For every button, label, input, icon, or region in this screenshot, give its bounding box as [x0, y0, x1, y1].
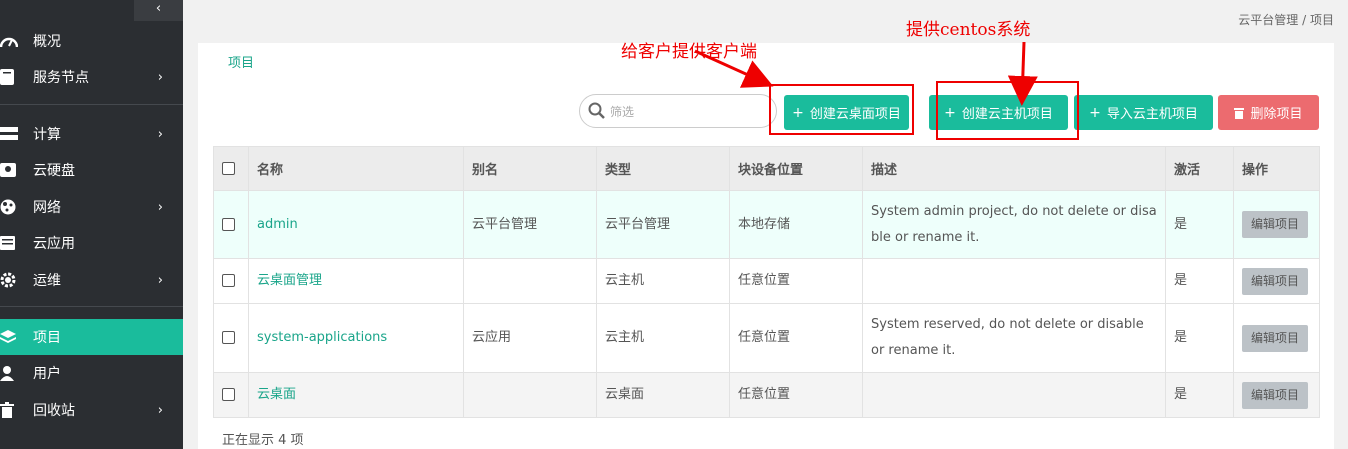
annotation-arrow-client — [694, 49, 774, 88]
annotation-arrows — [694, 41, 1038, 106]
annotation-arrow-centos — [1007, 41, 1038, 106]
